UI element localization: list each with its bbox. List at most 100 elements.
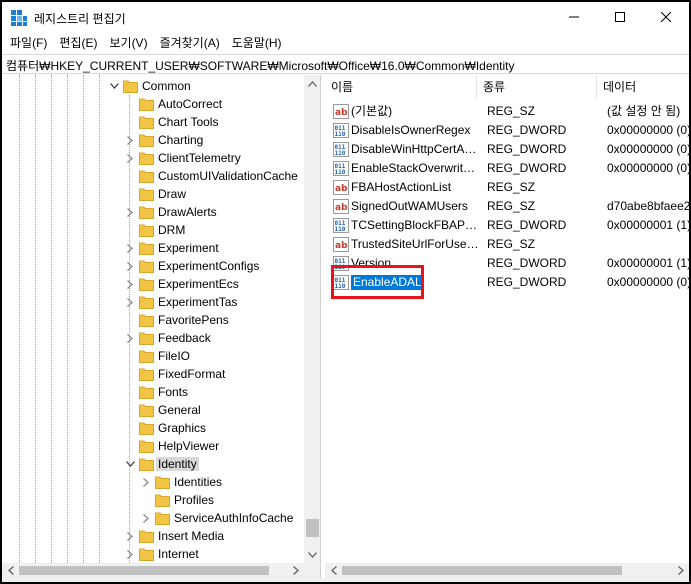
tree-item[interactable]: Identity	[2, 455, 304, 473]
value-data: 0x00000001 (1)	[607, 256, 689, 270]
tree-item[interactable]: Fonts	[2, 383, 304, 401]
list-item[interactable]: ab TrustedSiteUrlForUserAuth REG_SZ	[325, 235, 689, 254]
folder-icon	[123, 79, 138, 93]
column-header-data[interactable]: 데이터	[597, 75, 689, 99]
scroll-right-arrow[interactable]	[672, 563, 689, 578]
value-type: REG_DWORD	[487, 256, 567, 270]
folder-icon	[139, 547, 154, 561]
folder-icon	[139, 331, 154, 345]
tree-item[interactable]: AutoCorrect	[2, 95, 304, 113]
column-header-name[interactable]: 이름	[325, 75, 477, 99]
column-header-type[interactable]: 종류	[477, 75, 597, 99]
folder-icon	[139, 205, 154, 219]
dword-value-icon: 011 110	[333, 218, 349, 233]
scroll-down-arrow[interactable]	[304, 546, 320, 563]
chevron-right-icon[interactable]	[124, 133, 136, 147]
list-item[interactable]: ab SignedOutWAMUsers REG_SZ d70abe8bfaee2	[325, 197, 689, 216]
window-title: 레지스트리 편집기	[34, 12, 126, 26]
list-horizontal-scrollbar[interactable]	[325, 563, 689, 578]
menu-edit[interactable]: 편집(E)	[53, 33, 103, 53]
tree-item-label: ExperimentTas	[158, 295, 238, 309]
menu-bar: 파일(F) 편집(E) 보기(V) 즐겨찾기(A) 도움말(H)	[2, 32, 689, 54]
tree-item[interactable]: ServiceAuthInfoCache	[2, 509, 304, 527]
chevron-right-icon[interactable]	[124, 529, 136, 543]
tree-item[interactable]: Feedback	[2, 329, 304, 347]
tree-item[interactable]: HelpViewer	[2, 437, 304, 455]
tree-item-label: Common	[142, 79, 191, 93]
tree-item[interactable]: DrawAlerts	[2, 203, 304, 221]
tree-item[interactable]: Profiles	[2, 491, 304, 509]
tree-item[interactable]: Graphics	[2, 419, 304, 437]
tree-item[interactable]: Draw	[2, 185, 304, 203]
tree-item[interactable]: Experiment	[2, 239, 304, 257]
tree-item[interactable]: Internet	[2, 545, 304, 563]
address-path[interactable]: 컴퓨터₩HKEY_CURRENT_USER₩SOFTWARE₩Microsoft…	[6, 57, 515, 74]
scroll-up-arrow[interactable]	[304, 75, 320, 92]
tree-item-label: Experiment	[158, 241, 219, 255]
maximize-button[interactable]	[597, 2, 643, 32]
tree-horizontal-scroll-thumb[interactable]	[19, 566, 269, 575]
tree-item[interactable]: FixedFormat	[2, 365, 304, 383]
list-item[interactable]: 011 110 DisableWinHttpCertAuth REG_DWORD 0x0…	[325, 140, 689, 159]
tree-item-label: Fonts	[158, 385, 189, 399]
chevron-down-icon[interactable]	[108, 79, 120, 93]
chevron-right-icon[interactable]	[124, 205, 136, 219]
chevron-right-icon[interactable]	[124, 151, 136, 165]
list-item[interactable]: ab (기본값) REG_SZ (값 설정 안 됨)	[325, 102, 689, 121]
chevron-right-icon[interactable]	[124, 295, 136, 309]
chevron-right-icon[interactable]	[124, 331, 136, 345]
chevron-right-icon[interactable]	[124, 241, 136, 255]
tree-item-label: ClientTelemetry	[158, 151, 241, 165]
chevron-down-icon[interactable]	[124, 457, 136, 471]
chevron-right-icon[interactable]	[124, 547, 136, 561]
tree-item-label: HelpViewer	[158, 439, 220, 453]
chevron-right-icon[interactable]	[124, 277, 136, 291]
list-item[interactable]: ab FBAHostActionList REG_SZ	[325, 178, 689, 197]
tree-item[interactable]: Identities	[2, 473, 304, 491]
folder-icon	[155, 475, 170, 489]
scroll-left-arrow[interactable]	[325, 563, 342, 578]
tree-item[interactable]: DRM	[2, 221, 304, 239]
folder-icon	[139, 187, 154, 201]
title-bar[interactable]: 레지스트리 편집기	[2, 2, 689, 32]
tree-item[interactable]: CustomUIValidationCache	[2, 167, 304, 185]
scroll-right-arrow[interactable]	[287, 563, 304, 578]
tree-item[interactable]: ExperimentTas	[2, 293, 304, 311]
svg-text:ab: ab	[335, 108, 348, 118]
tree-item[interactable]: FileIO	[2, 347, 304, 365]
tree-item[interactable]: ClientTelemetry	[2, 149, 304, 167]
tree-item-label: Draw	[158, 187, 187, 201]
chevron-right-icon[interactable]	[124, 259, 136, 273]
tree-item[interactable]: FavoritePens	[2, 311, 304, 329]
address-bar[interactable]: 컴퓨터₩HKEY_CURRENT_USER₩SOFTWARE₩Microsoft…	[2, 54, 689, 74]
tree-item-label: FileIO	[158, 349, 191, 363]
tree-item-label: Identities	[174, 475, 223, 489]
minimize-button[interactable]	[551, 2, 597, 32]
list-horizontal-scroll-thumb[interactable]	[342, 566, 622, 575]
tree-item-label: ExperimentConfigs	[158, 259, 260, 273]
menu-file[interactable]: 파일(F)	[4, 33, 53, 53]
string-value-icon: ab	[333, 104, 349, 119]
tree-vertical-scrollbar[interactable]	[304, 75, 320, 563]
tree-item[interactable]: ExperimentEcs	[2, 275, 304, 293]
menu-help[interactable]: 도움말(H)	[226, 33, 288, 53]
menu-favorites[interactable]: 즐겨찾기(A)	[154, 33, 226, 53]
tree-horizontal-scrollbar[interactable]	[2, 563, 304, 578]
tree-item[interactable]: General	[2, 401, 304, 419]
chevron-right-icon[interactable]	[140, 511, 152, 525]
close-button[interactable]	[643, 2, 689, 32]
list-item[interactable]: 011110TCSettingBlockFBAPrompt REG_DWORD 0x…	[325, 216, 689, 235]
tree-item[interactable]: Charting	[2, 131, 304, 149]
registry-editor-window: 레지스트리 편집기 파일(F) 편집(E) 보기(V) 즐겨찾기(A) 도움말(…	[2, 2, 689, 582]
menu-view[interactable]: 보기(V)	[103, 33, 153, 53]
list-item[interactable]: 011110EnableStackOverwriteCheck REG_DWORD…	[325, 159, 689, 178]
tree-item[interactable]: Chart Tools	[2, 113, 304, 131]
tree-item[interactable]: Common	[2, 77, 304, 95]
list-item[interactable]: 011 110 DisableIsOwnerRegex REG_DWORD 0x0000…	[325, 121, 689, 140]
chevron-right-icon[interactable]	[140, 475, 152, 489]
scroll-left-arrow[interactable]	[2, 563, 19, 578]
value-type: REG_DWORD	[487, 275, 567, 289]
tree-vertical-scroll-thumb[interactable]	[306, 519, 319, 537]
tree-item[interactable]: ExperimentConfigs	[2, 257, 304, 275]
tree-item[interactable]: Insert Media	[2, 527, 304, 545]
